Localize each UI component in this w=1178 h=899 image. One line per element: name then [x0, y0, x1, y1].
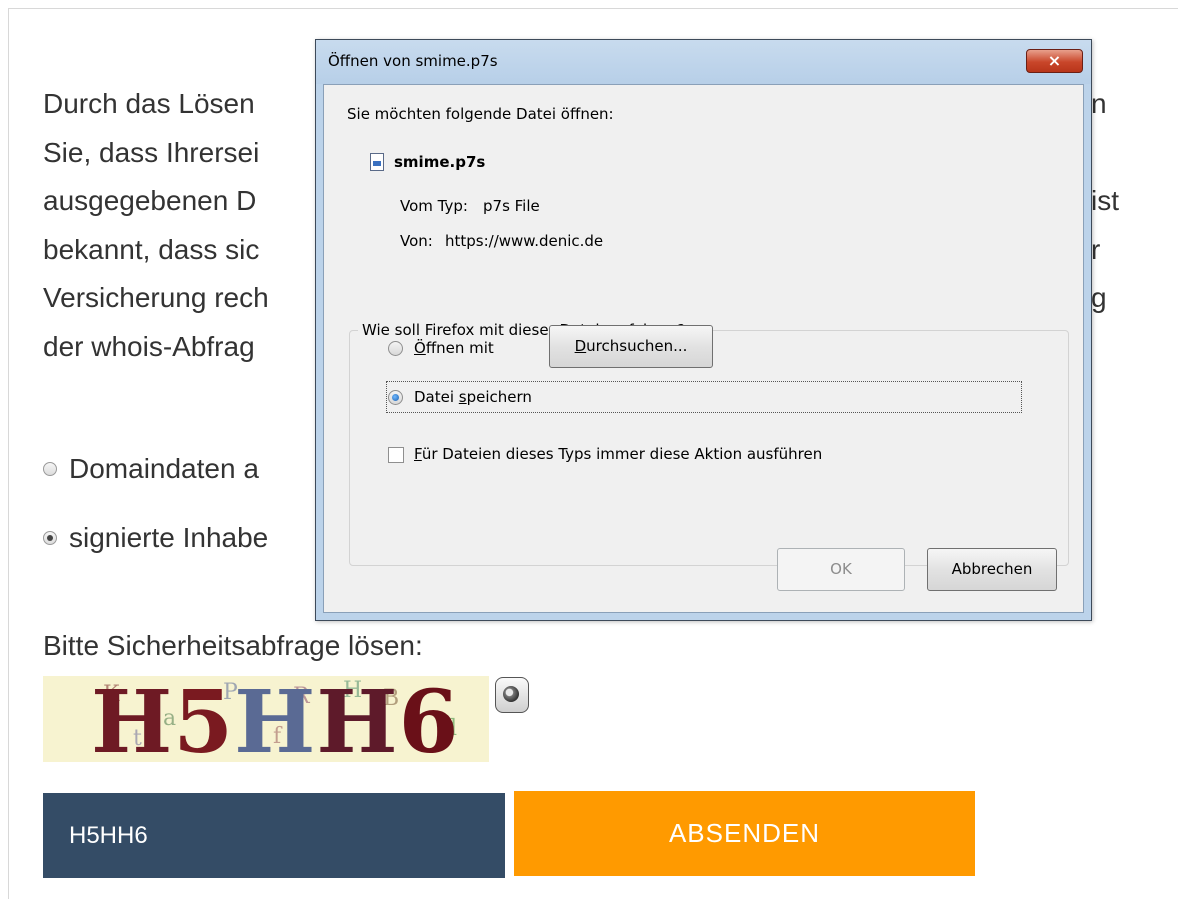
dialog-titlebar[interactable]: Öffnen von smime.p7s ×: [316, 40, 1091, 84]
file-icon: [370, 153, 384, 171]
cancel-button[interactable]: Abbrechen: [927, 548, 1057, 591]
file-source-label: Von:: [400, 232, 433, 250]
option-label: signierte Inhabe: [69, 522, 269, 553]
dialog-title: Öffnen von smime.p7s: [328, 52, 498, 70]
captcha-image: K a P R H B d t f H5HH6: [43, 676, 489, 762]
captcha-text: H5HH6: [91, 676, 460, 762]
ok-button[interactable]: OK: [777, 548, 905, 591]
captcha-audio-button[interactable]: [495, 677, 529, 713]
open-with-label[interactable]: Öffnen mit: [414, 339, 494, 357]
intro-right-fragments: n ist r g: [1091, 80, 1171, 323]
dialog-client: Sie möchten folgende Datei öffnen: smime…: [323, 84, 1084, 613]
file-open-dialog: Öffnen von smime.p7s × Sie möchten folge…: [315, 39, 1092, 621]
open-with-radio[interactable]: [388, 341, 403, 356]
intro-fragment: r: [1091, 233, 1101, 265]
option-domaindata[interactable]: Domaindaten a: [43, 453, 259, 485]
access-key: Ö: [414, 339, 426, 357]
access-key: F: [414, 445, 422, 463]
option-signed-owner[interactable]: signierte Inhabe: [43, 522, 268, 554]
file-name: smime.p7s: [394, 153, 486, 171]
captcha-label: Bitte Sicherheitsabfrage lösen:: [43, 630, 423, 661]
access-key: D: [574, 337, 587, 355]
intro-fragment: ist: [1091, 185, 1119, 216]
save-file-text: peichern: [466, 388, 532, 406]
open-with-text: ffnen mit: [425, 339, 494, 357]
option-label: Domaindaten a: [69, 453, 259, 484]
browse-button[interactable]: Durchsuchen...: [549, 325, 713, 368]
browse-button-label: urchsuchen...: [586, 337, 688, 355]
dialog-prompt: Sie möchten folgende Datei öffnen:: [347, 105, 614, 123]
radio-button[interactable]: [43, 462, 57, 476]
file-type-value: p7s File: [483, 197, 540, 215]
always-do-this-checkbox[interactable]: [388, 447, 404, 463]
access-key: s: [458, 388, 467, 406]
file-type-label: Vom Typ:: [400, 197, 468, 215]
captcha-input[interactable]: H5HH6: [43, 793, 505, 878]
save-file-radio[interactable]: [388, 390, 403, 405]
always-do-this-text: ür Dateien dieses Typs immer diese Aktio…: [421, 445, 823, 463]
file-source-value: https://www.denic.de: [445, 232, 604, 250]
always-do-this-label[interactable]: Für Dateien dieses Typs immer diese Akti…: [414, 445, 822, 463]
save-file-label[interactable]: Datei speichern: [414, 388, 532, 406]
close-icon[interactable]: ×: [1026, 49, 1083, 73]
intro-fragment: g: [1091, 282, 1107, 313]
radio-button[interactable]: [43, 531, 57, 545]
submit-button[interactable]: ABSENDEN: [514, 791, 975, 876]
save-file-text: Datei: [414, 388, 459, 406]
intro-fragment: n: [1091, 88, 1107, 119]
